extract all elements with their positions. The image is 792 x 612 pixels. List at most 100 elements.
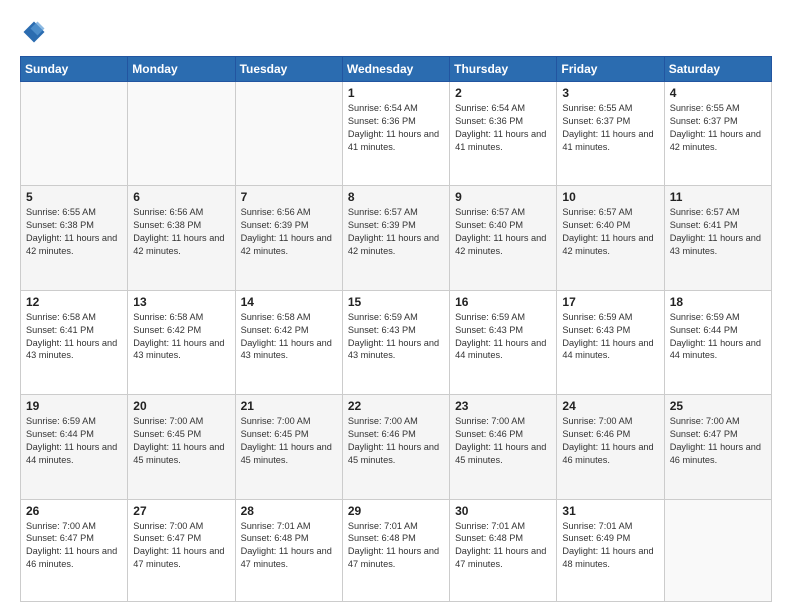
day-number: 28 [241,504,337,518]
day-info: Sunrise: 7:00 AM Sunset: 6:46 PM Dayligh… [348,415,444,467]
day-info: Sunrise: 6:57 AM Sunset: 6:41 PM Dayligh… [670,206,766,258]
col-header-tuesday: Tuesday [235,57,342,82]
calendar-cell: 6Sunrise: 6:56 AM Sunset: 6:38 PM Daylig… [128,186,235,290]
day-info: Sunrise: 6:59 AM Sunset: 6:43 PM Dayligh… [562,311,658,363]
calendar-cell [235,82,342,186]
calendar-cell: 20 Sunrise: 7:00 AM Sunset: 6:45 PM Dayli… [128,395,235,499]
col-header-thursday: Thursday [450,57,557,82]
day-info: Sunrise: 6:55 AM Sunset: 6:38 PM Dayligh… [26,206,122,258]
calendar-cell: 24 Sunrise: 7:00 AM Sunset: 6:46 PM Dayli… [557,395,664,499]
calendar-cell: 23Sunrise: 7:00 AM Sunset: 6:46 PM Dayli… [450,395,557,499]
day-info: Sunrise: 7:01 AM Sunset: 6:48 PM Dayligh… [241,520,337,572]
day-number: 19 [26,399,122,413]
calendar-cell: 28 Sunrise: 7:01 AM Sunset: 6:48 PM Dayli… [235,499,342,601]
day-number: 25 [670,399,766,413]
day-number: 26 [26,504,122,518]
day-number: 11 [670,190,766,204]
day-info: Sunrise: 6:58 AM Sunset: 6:42 PM Dayligh… [133,311,229,363]
day-number: 24 [562,399,658,413]
day-number: 12 [26,295,122,309]
calendar-cell: 7 Sunrise: 6:56 AM Sunset: 6:39 PM Daylig… [235,186,342,290]
calendar-cell: 5 Sunrise: 6:55 AM Sunset: 6:38 PM Daylig… [21,186,128,290]
calendar-cell: 22 Sunrise: 7:00 AM Sunset: 6:46 PM Dayli… [342,395,449,499]
day-number: 1 [348,86,444,100]
day-number: 5 [26,190,122,204]
calendar-cell [128,82,235,186]
day-number: 15 [348,295,444,309]
col-header-sunday: Sunday [21,57,128,82]
day-info: Sunrise: 6:59 AM Sunset: 6:44 PM Dayligh… [26,415,122,467]
day-info: Sunrise: 6:55 AM Sunset: 6:37 PM Dayligh… [562,102,658,154]
day-number: 30 [455,504,551,518]
col-header-monday: Monday [128,57,235,82]
calendar-cell: 2Sunrise: 6:54 AM Sunset: 6:36 PM Daylig… [450,82,557,186]
day-number: 10 [562,190,658,204]
day-number: 16 [455,295,551,309]
calendar-cell: 21 Sunrise: 7:00 AM Sunset: 6:45 PM Dayli… [235,395,342,499]
calendar-cell [21,82,128,186]
week-row-2: 5 Sunrise: 6:55 AM Sunset: 6:38 PM Daylig… [21,186,772,290]
day-number: 7 [241,190,337,204]
calendar-cell: 8Sunrise: 6:57 AM Sunset: 6:39 PM Daylig… [342,186,449,290]
logo-icon [20,18,48,46]
day-info: Sunrise: 7:00 AM Sunset: 6:46 PM Dayligh… [562,415,658,467]
calendar-cell: 11 Sunrise: 6:57 AM Sunset: 6:41 PM Dayli… [664,186,771,290]
day-info: Sunrise: 7:00 AM Sunset: 6:45 PM Dayligh… [133,415,229,467]
day-number: 6 [133,190,229,204]
calendar-table: SundayMondayTuesdayWednesdayThursdayFrid… [20,56,772,602]
day-number: 27 [133,504,229,518]
day-info: Sunrise: 6:56 AM Sunset: 6:39 PM Dayligh… [241,206,337,258]
calendar-cell: 16 Sunrise: 6:59 AM Sunset: 6:43 PM Dayli… [450,290,557,394]
calendar-cell: 25 Sunrise: 7:00 AM Sunset: 6:47 PM Dayli… [664,395,771,499]
day-info: Sunrise: 7:01 AM Sunset: 6:48 PM Dayligh… [455,520,551,572]
col-header-wednesday: Wednesday [342,57,449,82]
week-row-3: 12 Sunrise: 6:58 AM Sunset: 6:41 PM Dayli… [21,290,772,394]
calendar-cell: 15 Sunrise: 6:59 AM Sunset: 6:43 PM Dayli… [342,290,449,394]
day-number: 22 [348,399,444,413]
col-header-friday: Friday [557,57,664,82]
calendar-cell: 14Sunrise: 6:58 AM Sunset: 6:42 PM Dayli… [235,290,342,394]
day-info: Sunrise: 7:00 AM Sunset: 6:47 PM Dayligh… [133,520,229,572]
day-number: 21 [241,399,337,413]
calendar-cell: 31 Sunrise: 7:01 AM Sunset: 6:49 PM Dayli… [557,499,664,601]
header-row: SundayMondayTuesdayWednesdayThursdayFrid… [21,57,772,82]
day-info: Sunrise: 6:59 AM Sunset: 6:43 PM Dayligh… [455,311,551,363]
calendar-cell: 18Sunrise: 6:59 AM Sunset: 6:44 PM Dayli… [664,290,771,394]
calendar-cell: 17 Sunrise: 6:59 AM Sunset: 6:43 PM Dayli… [557,290,664,394]
day-number: 17 [562,295,658,309]
day-info: Sunrise: 6:58 AM Sunset: 6:42 PM Dayligh… [241,311,337,363]
day-info: Sunrise: 7:00 AM Sunset: 6:47 PM Dayligh… [670,415,766,467]
logo [20,18,52,46]
day-number: 2 [455,86,551,100]
day-info: Sunrise: 7:01 AM Sunset: 6:48 PM Dayligh… [348,520,444,572]
week-row-5: 26 Sunrise: 7:00 AM Sunset: 6:47 PM Dayli… [21,499,772,601]
calendar-cell [664,499,771,601]
day-info: Sunrise: 6:58 AM Sunset: 6:41 PM Dayligh… [26,311,122,363]
header [20,18,772,46]
calendar-cell: 19 Sunrise: 6:59 AM Sunset: 6:44 PM Dayli… [21,395,128,499]
day-info: Sunrise: 6:57 AM Sunset: 6:40 PM Dayligh… [455,206,551,258]
calendar-cell: 4Sunrise: 6:55 AM Sunset: 6:37 PM Daylig… [664,82,771,186]
col-header-saturday: Saturday [664,57,771,82]
week-row-4: 19 Sunrise: 6:59 AM Sunset: 6:44 PM Dayli… [21,395,772,499]
day-number: 8 [348,190,444,204]
calendar-cell: 10 Sunrise: 6:57 AM Sunset: 6:40 PM Dayli… [557,186,664,290]
day-info: Sunrise: 7:01 AM Sunset: 6:49 PM Dayligh… [562,520,658,572]
day-number: 31 [562,504,658,518]
day-info: Sunrise: 6:57 AM Sunset: 6:40 PM Dayligh… [562,206,658,258]
day-number: 13 [133,295,229,309]
calendar-cell: 30 Sunrise: 7:01 AM Sunset: 6:48 PM Dayli… [450,499,557,601]
week-row-1: 1Sunrise: 6:54 AM Sunset: 6:36 PM Daylig… [21,82,772,186]
calendar-cell: 26 Sunrise: 7:00 AM Sunset: 6:47 PM Dayli… [21,499,128,601]
day-number: 20 [133,399,229,413]
calendar-cell: 3 Sunrise: 6:55 AM Sunset: 6:37 PM Daylig… [557,82,664,186]
day-info: Sunrise: 7:00 AM Sunset: 6:45 PM Dayligh… [241,415,337,467]
calendar-cell: 27 Sunrise: 7:00 AM Sunset: 6:47 PM Dayli… [128,499,235,601]
calendar-cell: 9 Sunrise: 6:57 AM Sunset: 6:40 PM Daylig… [450,186,557,290]
day-number: 9 [455,190,551,204]
day-info: Sunrise: 7:00 AM Sunset: 6:47 PM Dayligh… [26,520,122,572]
day-info: Sunrise: 6:59 AM Sunset: 6:43 PM Dayligh… [348,311,444,363]
day-number: 29 [348,504,444,518]
day-number: 4 [670,86,766,100]
day-number: 3 [562,86,658,100]
